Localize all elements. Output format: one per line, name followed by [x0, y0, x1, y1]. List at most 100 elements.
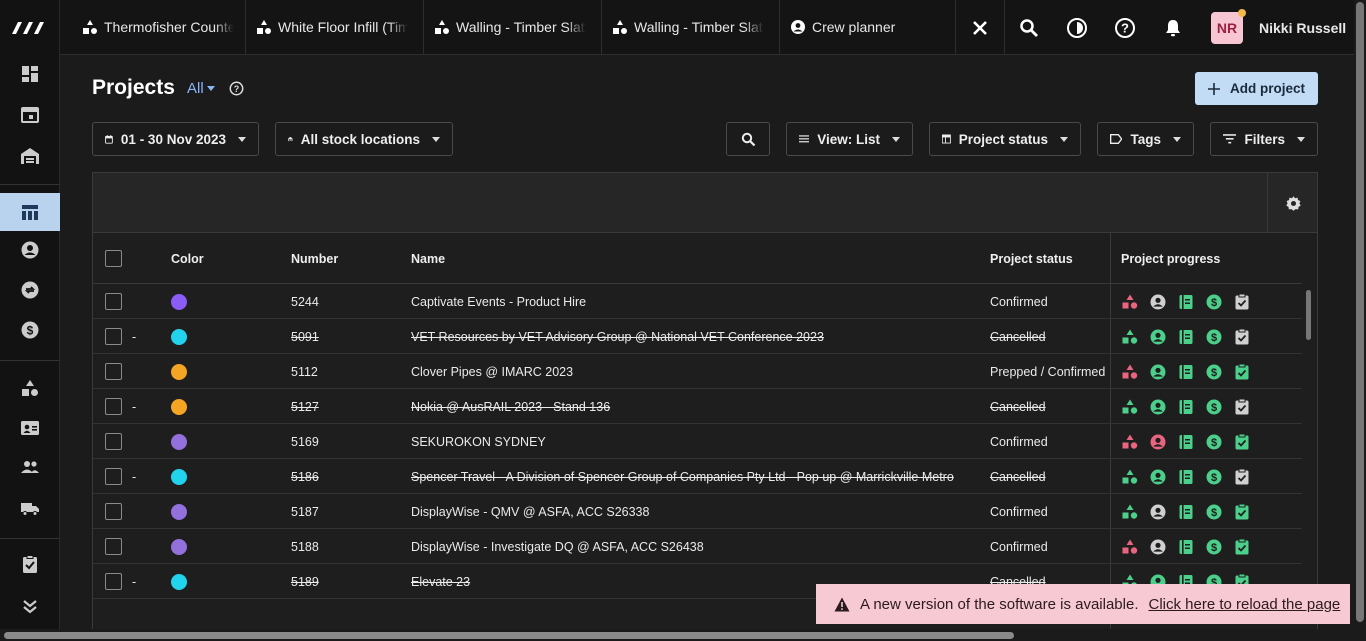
notifications-button[interactable]: [1149, 0, 1197, 55]
row-checkbox[interactable]: [105, 433, 122, 450]
project-number[interactable]: 5187: [291, 494, 319, 529]
row-checkbox[interactable]: [105, 538, 122, 555]
theme-toggle-button[interactable]: [1053, 0, 1101, 55]
sidebar-item-tasks[interactable]: [0, 545, 60, 583]
row-select-cell[interactable]: [105, 424, 122, 459]
project-name[interactable]: SEKUROKON SYDNEY: [411, 424, 546, 459]
select-all-cell[interactable]: [105, 233, 122, 284]
view-select[interactable]: View: List: [786, 122, 913, 156]
sidebar-item-sync[interactable]: [0, 271, 60, 309]
project-name[interactable]: DisplayWise - QMV @ ASFA, ACC S26338: [411, 494, 649, 529]
table-settings-button[interactable]: [1267, 173, 1317, 233]
help-icon[interactable]: ?: [229, 81, 244, 96]
row-checkbox[interactable]: [105, 328, 122, 345]
column-header-status[interactable]: Project status: [990, 233, 1073, 284]
column-header-color[interactable]: Color: [171, 233, 204, 284]
tab-walling-1[interactable]: Walling - Timber Slatte: [424, 0, 602, 55]
crew-progress-icon: [1150, 469, 1166, 484]
payment-progress-icon: $: [1206, 364, 1222, 379]
color-cell: [171, 284, 187, 319]
column-header-progress[interactable]: Project progress: [1121, 233, 1220, 284]
table-row[interactable]: - 5091 VET Resources by VET Advisory Group…: [93, 319, 1302, 354]
reload-link[interactable]: Click here to reload the page: [1148, 596, 1340, 613]
column-header-number[interactable]: Number: [291, 233, 338, 284]
table-row[interactable]: 5244 Captivate Events - Product Hire Confi…: [93, 284, 1302, 319]
table-row[interactable]: - 5127 Nokia @ AusRAIL 2023 - Stand 136 Can…: [93, 389, 1302, 424]
tab-thermofisher[interactable]: Thermofisher Counter: [60, 0, 246, 55]
project-name[interactable]: VET Resources by VET Advisory Group @ Na…: [411, 319, 824, 354]
row-select-cell[interactable]: [105, 494, 122, 529]
project-number[interactable]: 5244: [291, 284, 319, 319]
scrollbar-thumb[interactable]: [4, 632, 1014, 639]
project-number[interactable]: 5112: [291, 354, 318, 389]
row-select-cell[interactable]: [105, 389, 122, 424]
sidebar-item-projects[interactable]: [0, 193, 60, 231]
add-project-button[interactable]: Add project: [1195, 72, 1318, 105]
sidebar-item-transport[interactable]: [0, 489, 60, 527]
row-select-cell[interactable]: [105, 459, 122, 494]
table-row[interactable]: 5188 DisplayWise - Investigate DQ @ ASFA,…: [93, 529, 1302, 564]
table-row[interactable]: 5187 DisplayWise - QMV @ ASFA, ACC S26338…: [93, 494, 1302, 529]
project-name[interactable]: DisplayWise - Investigate DQ @ ASFA, ACC…: [411, 529, 704, 564]
search-button[interactable]: [1005, 0, 1053, 55]
table-row[interactable]: 5169 SEKUROKON SYDNEY Confirmed $: [93, 424, 1302, 459]
scope-dropdown[interactable]: All: [187, 80, 215, 97]
row-checkbox[interactable]: [105, 573, 122, 590]
sidebar-item-inventory[interactable]: [0, 369, 60, 407]
tab-label: Walling - Timber Slatte: [456, 19, 586, 35]
project-number[interactable]: 5091: [291, 319, 319, 354]
tab-crew-planner[interactable]: Crew planner: [780, 0, 956, 55]
row-select-cell[interactable]: [105, 529, 122, 564]
project-name[interactable]: Spencer Travel - A Division of Spencer G…: [411, 459, 954, 494]
sidebar-item-calendar[interactable]: [0, 95, 60, 133]
project-name[interactable]: Clover Pipes @ IMARC 2023: [411, 354, 573, 389]
row-select-cell[interactable]: [105, 319, 122, 354]
app-logo[interactable]: [0, 0, 60, 55]
table-scrollbar[interactable]: [1306, 290, 1311, 340]
avatar[interactable]: NR: [1211, 8, 1246, 44]
project-number[interactable]: 5186: [291, 459, 319, 494]
table-row[interactable]: - 5186 Spencer Travel - A Division of Spen…: [93, 459, 1302, 494]
caret-down-icon: [238, 136, 246, 142]
select-all-checkbox[interactable]: [105, 250, 122, 267]
project-number[interactable]: 5169: [291, 424, 319, 459]
column-header-name[interactable]: Name: [411, 233, 445, 284]
date-range-picker[interactable]: 01 - 30 Nov 2023: [92, 122, 259, 156]
table-search-button[interactable]: [726, 122, 770, 156]
row-checkbox[interactable]: [105, 468, 122, 485]
payment-progress-icon: $: [1206, 434, 1222, 449]
sidebar-item-contacts[interactable]: [0, 231, 60, 269]
close-tabs-button[interactable]: [956, 0, 1004, 55]
sidebar-item-dashboard[interactable]: [0, 55, 60, 93]
sidebar-item-warehouse[interactable]: [0, 137, 60, 175]
project-number[interactable]: 5189: [291, 564, 319, 599]
project-number[interactable]: 5127: [291, 389, 319, 424]
help-button[interactable]: ?: [1101, 0, 1149, 55]
sidebar-expand[interactable]: [0, 587, 60, 625]
stock-location-select[interactable]: All stock locations: [275, 122, 453, 156]
project-name[interactable]: Captivate Events - Product Hire: [411, 284, 586, 319]
tab-white-floor[interactable]: White Floor Infill (Timb: [246, 0, 424, 55]
page-vertical-scrollbar[interactable]: [1354, 0, 1366, 641]
row-select-cell[interactable]: [105, 284, 122, 319]
scrollbar-thumb[interactable]: [1356, 2, 1364, 622]
sidebar-item-finance[interactable]: $: [0, 311, 60, 349]
row-select-cell[interactable]: [105, 564, 122, 599]
row-checkbox[interactable]: [105, 398, 122, 415]
project-name[interactable]: Nokia @ AusRAIL 2023 - Stand 136: [411, 389, 610, 424]
table-row[interactable]: 5112 Clover Pipes @ IMARC 2023 Prepped / C…: [93, 354, 1302, 389]
row-checkbox[interactable]: [105, 503, 122, 520]
sidebar-item-crew[interactable]: [0, 409, 60, 447]
project-status-filter[interactable]: Project status: [929, 122, 1081, 156]
project-name[interactable]: Elevate 23: [411, 564, 470, 599]
row-checkbox[interactable]: [105, 293, 122, 310]
row-select-cell[interactable]: [105, 354, 122, 389]
filters-button[interactable]: Filters: [1210, 122, 1318, 156]
project-number[interactable]: 5188: [291, 529, 319, 564]
page-horizontal-scrollbar[interactable]: [0, 629, 1366, 641]
tab-walling-2[interactable]: Walling - Timber Slatte: [602, 0, 780, 55]
tags-filter[interactable]: Tags: [1097, 122, 1194, 156]
sidebar-item-users[interactable]: [0, 448, 60, 486]
user-name[interactable]: Nikki Russell: [1259, 20, 1346, 36]
row-checkbox[interactable]: [105, 363, 122, 380]
